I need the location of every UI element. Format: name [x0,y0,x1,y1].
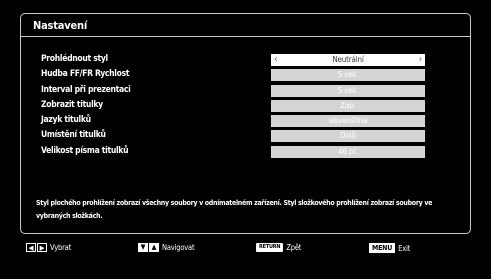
setting-value-selector[interactable]: ‹ Neutrální › [271,54,425,66]
footer-back-label: Zpět [286,243,302,252]
footer-select: ◀ ▶ Vybrat [26,243,71,252]
menu-key-icon: MENU [369,243,396,253]
footer-navigate-label: Navigovat [162,243,195,252]
return-key-icon: RETURN [256,243,284,252]
setting-row-slideshow-interval[interactable]: Interval při prezentaci 5 sek. [41,84,426,99]
setting-value[interactable]: Dolů [271,130,425,143]
setting-value[interactable]: 46 pt. [271,145,425,158]
setting-label: Hudba FF/FR Rychlost [41,69,130,80]
chevron-right-icon[interactable]: › [419,54,423,66]
help-description: Styl plochého prohlížení zobrazí všechny… [36,199,433,220]
setting-label: Jazyk titulků [41,115,91,126]
footer-bar: ◀ ▶ Vybrat ▼ ▲ Navigovat RETURN Zpět MENU … [0,243,491,257]
footer-back: RETURN Zpět [256,243,301,252]
setting-value[interactable]: 5 sek. [271,84,425,97]
settings-list: Prohlédnout styl ‹ Neutrální › Hudba FF/… [41,53,426,160]
up-down-keys-icon: ▼ ▲ [138,243,159,252]
page-title: Nastavení [33,19,88,32]
title-divider [21,36,470,37]
setting-value[interactable]: 5 sek. [271,69,425,82]
left-right-keys-icon: ◀ ▶ [26,243,47,252]
chevron-left-icon[interactable]: ‹ [274,54,278,66]
setting-value[interactable]: slovenština [271,115,425,128]
setting-value: Neutrální [332,55,364,64]
setting-label: Prohlédnout styl [41,54,108,64]
setting-row-subtitle-font-size[interactable]: Velikost písma titulků 46 pt. [41,145,426,160]
setting-row-show-subtitles[interactable]: Zobrazit titulky Zap. [41,99,426,114]
footer-navigate: ▼ ▲ Navigovat [138,243,195,252]
setting-label: Velikost písma titulků [41,145,129,156]
setting-label: Zobrazit titulky [41,99,103,110]
footer-exit: MENU Exit [369,243,410,253]
footer-select-label: Vybrat [50,243,72,252]
setting-row-subtitle-position[interactable]: Umístění titulků Dolů [41,129,426,144]
setting-row-subtitle-language[interactable]: Jazyk titulků slovenština [41,114,426,129]
setting-label: Umístění titulků [41,130,106,141]
setting-label: Interval při prezentaci [41,84,131,95]
setting-row-view-style[interactable]: Prohlédnout styl ‹ Neutrální › [41,53,426,68]
footer-exit-label: Exit [398,243,411,253]
setting-row-music-speed[interactable]: Hudba FF/FR Rychlost 5 sek. [41,68,426,83]
setting-value[interactable]: Zap. [271,99,425,112]
